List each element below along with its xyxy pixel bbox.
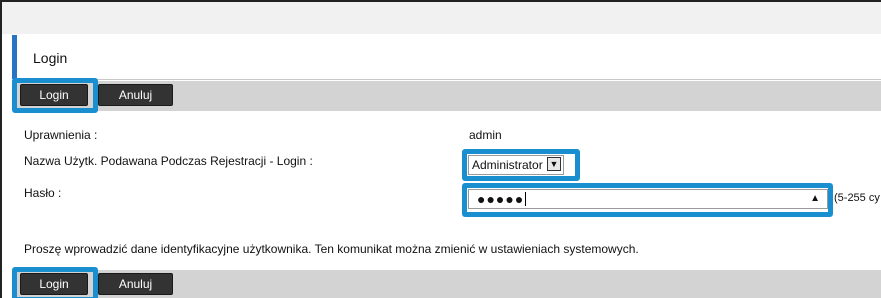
permissions-label: Uprawnienia : xyxy=(24,128,98,142)
page-title: Login xyxy=(33,50,68,66)
text-caret xyxy=(525,192,527,206)
password-length-hint: (5-255 cy xyxy=(834,192,880,204)
info-message: Proszę wprowadzić dane identyfikacyjne u… xyxy=(24,242,639,256)
password-label: Hasło : xyxy=(24,186,62,200)
cancel-button-bottom[interactable]: Anuluj xyxy=(98,273,173,295)
top-band xyxy=(2,2,881,34)
cancel-button[interactable]: Anuluj xyxy=(98,84,173,106)
permissions-value: admin xyxy=(469,128,502,142)
title-divider xyxy=(14,79,881,80)
show-password-icon[interactable]: ▲ xyxy=(810,193,820,204)
top-toolbar: Login Anuluj xyxy=(14,81,881,111)
bottom-toolbar: Login Anuluj xyxy=(14,270,881,298)
title-accent-bar xyxy=(12,35,17,79)
login-button[interactable]: Login xyxy=(20,84,88,106)
login-page: Login Login Anuluj Uprawnienia : admin N… xyxy=(0,0,881,298)
password-field[interactable]: ●●●●● ▲ xyxy=(468,189,828,209)
username-selected-value: Administrator xyxy=(472,158,543,172)
password-masked-value: ●●●●● xyxy=(477,191,527,207)
chevron-down-icon[interactable]: ▼ xyxy=(547,157,561,171)
username-label: Nazwa Użytk. Podawana Podczas Rejestracj… xyxy=(24,154,313,168)
username-select[interactable]: Administrator ▼ xyxy=(468,155,564,175)
login-button-bottom[interactable]: Login xyxy=(20,273,88,295)
